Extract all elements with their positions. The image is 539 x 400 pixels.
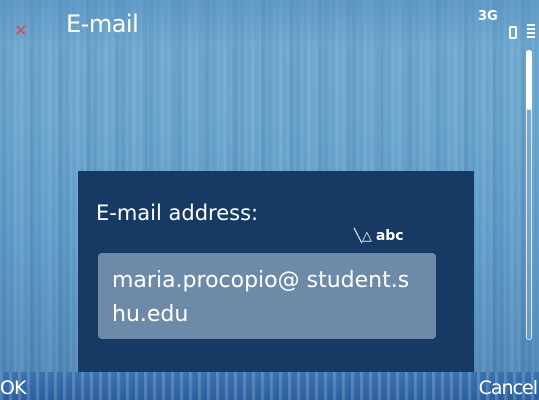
network-icon: 3G bbox=[478, 9, 498, 24]
pen-icon: ╲△ bbox=[354, 229, 372, 244]
email-input-field[interactable]: maria.procopio@ student.shu.edu bbox=[98, 253, 436, 339]
title-bar: ✕ E-mail 3G bbox=[0, 0, 539, 48]
app-title: E-mail bbox=[66, 10, 139, 38]
email-address-label: E-mail address: bbox=[96, 201, 259, 225]
signal-icon bbox=[527, 24, 535, 40]
close-icon[interactable]: ✕ bbox=[14, 23, 27, 39]
email-address-dialog: E-mail address: ╲△ abc maria.procopio@ st… bbox=[78, 171, 474, 372]
scrollbar-thumb[interactable] bbox=[526, 50, 532, 110]
input-mode-indicator: ╲△ abc bbox=[354, 228, 404, 244]
input-mode-text: abc bbox=[375, 228, 404, 244]
softkey-bar: OK Cancel bbox=[0, 372, 539, 400]
battery-icon bbox=[509, 26, 517, 39]
cancel-softkey[interactable]: Cancel bbox=[479, 377, 538, 399]
ok-softkey[interactable]: OK bbox=[0, 377, 26, 399]
